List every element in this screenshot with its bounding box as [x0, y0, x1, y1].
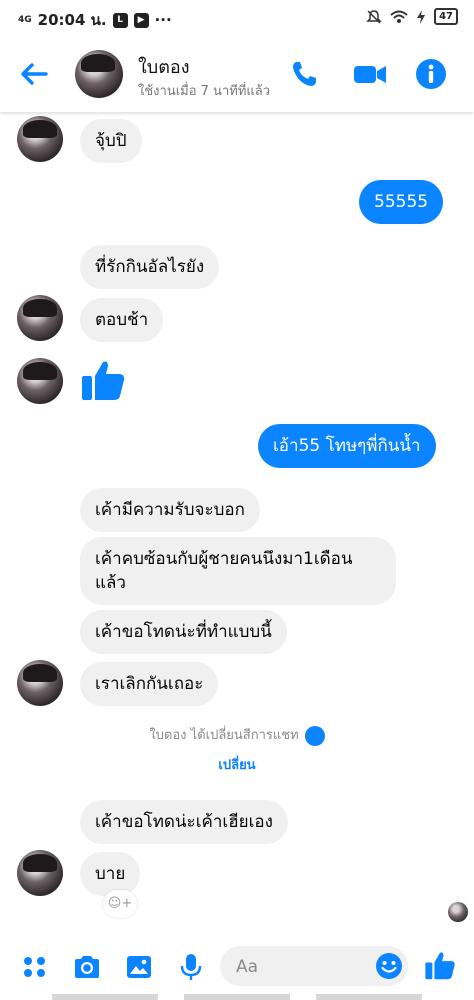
- info-icon[interactable]: [415, 58, 447, 90]
- composer-bar: [0, 940, 474, 1000]
- more-notifications: ···: [154, 11, 172, 29]
- message-bubble[interactable]: เค้ามีความรับจะบอก: [80, 488, 260, 532]
- nav-bar-segment: [184, 994, 290, 1000]
- message-bubble[interactable]: เค้าขอโทดน่ะเค้าเฮียเอง: [80, 800, 288, 844]
- message-bubble[interactable]: ที่รักกินอัลไรยัง: [80, 245, 220, 289]
- sender-avatar[interactable]: [17, 116, 63, 162]
- apps-grid-icon[interactable]: [20, 952, 50, 982]
- status-time: 20:04 น.: [37, 11, 107, 29]
- system-notice: ใบตอง ได้เปลี่ยนสีการแชท: [0, 724, 474, 746]
- read-receipt-avatar: [448, 902, 468, 922]
- contact-avatar[interactable]: [75, 50, 123, 98]
- back-arrow-icon[interactable]: [16, 56, 52, 92]
- charging-icon: [417, 9, 426, 24]
- chat-color-dot: [304, 725, 325, 746]
- emoji-icon[interactable]: [374, 951, 404, 981]
- wifi-icon: [390, 10, 408, 23]
- contact-name[interactable]: ใบตอง: [138, 52, 190, 81]
- system-notice-text: ใบตอง ได้เปลี่ยนสีการแชท: [149, 728, 299, 743]
- gallery-icon[interactable]: [124, 952, 154, 982]
- nav-bar-segment: [316, 994, 422, 1000]
- message-bubble[interactable]: บาย: [80, 852, 141, 896]
- chat-header: ใบตอง ใช้งานเมื่อ 7 นาทีที่แล้ว: [0, 36, 474, 112]
- message-input[interactable]: [234, 954, 358, 980]
- status-bar: 4G 20:04 น. L ▶ ··· 47: [0, 0, 474, 36]
- sender-avatar[interactable]: [17, 295, 63, 341]
- message-bubble[interactable]: ตอบช้า: [80, 298, 164, 342]
- thumbs-up-icon[interactable]: [80, 358, 126, 404]
- add-reaction-button[interactable]: ☺+: [103, 890, 137, 918]
- message-bubble[interactable]: เราเลิกกันเถอะ: [80, 662, 219, 706]
- phone-call-icon[interactable]: [288, 58, 320, 90]
- youtube-app-icon: ▶: [133, 12, 149, 28]
- like-send-icon[interactable]: [424, 950, 456, 982]
- change-theme-link[interactable]: เปลี่ยน: [0, 754, 474, 775]
- line-app-icon: L: [112, 12, 128, 28]
- message-bubble-outgoing[interactable]: เอ้า55 โทษๆพี่กินน้ำ: [258, 424, 436, 468]
- message-composer[interactable]: [220, 946, 408, 986]
- battery-level: 47: [434, 8, 458, 25]
- sender-avatar[interactable]: [17, 660, 63, 706]
- message-bubble[interactable]: จุ้บปิ: [80, 119, 142, 163]
- nav-bar-segment: [52, 994, 158, 1000]
- sender-avatar[interactable]: [17, 358, 63, 404]
- contact-status: ใช้งานเมื่อ 7 นาทีที่แล้ว: [138, 84, 271, 99]
- microphone-icon[interactable]: [176, 952, 206, 982]
- mute-icon: [366, 9, 382, 24]
- message-bubble-outgoing[interactable]: 55555: [359, 180, 444, 224]
- camera-icon[interactable]: [72, 952, 102, 982]
- message-bubble[interactable]: เค้าคบซ้อนกับผู้ชายคนนึงมา1เดือนแล้ว: [80, 537, 396, 605]
- sender-avatar[interactable]: [17, 850, 63, 896]
- message-bubble[interactable]: เค้าขอโทดน่ะที่ทำแบบนี้: [80, 610, 287, 654]
- video-call-icon[interactable]: [352, 58, 388, 90]
- network-indicator: 4G: [18, 14, 32, 25]
